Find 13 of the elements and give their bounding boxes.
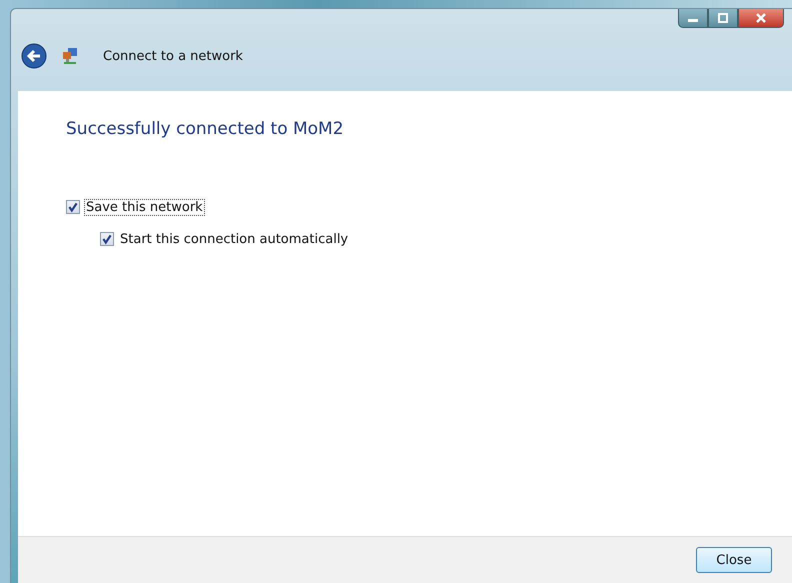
network-icon <box>61 47 79 65</box>
maximize-button[interactable] <box>708 9 738 28</box>
checkbox-label[interactable]: Save this network <box>84 198 205 216</box>
heading: Successfully connected to MoM2 <box>66 119 345 139</box>
window-title: Connect to a network <box>103 48 243 64</box>
maximize-icon <box>716 13 730 23</box>
close-button[interactable]: Close <box>696 547 772 573</box>
minimize-button[interactable] <box>678 9 708 28</box>
checkbox-label[interactable]: Start this connection automatically <box>118 230 350 248</box>
checkbox[interactable] <box>66 200 80 214</box>
checkbox[interactable] <box>100 232 114 246</box>
window-close-button[interactable] <box>738 9 784 28</box>
close-icon <box>754 13 768 23</box>
